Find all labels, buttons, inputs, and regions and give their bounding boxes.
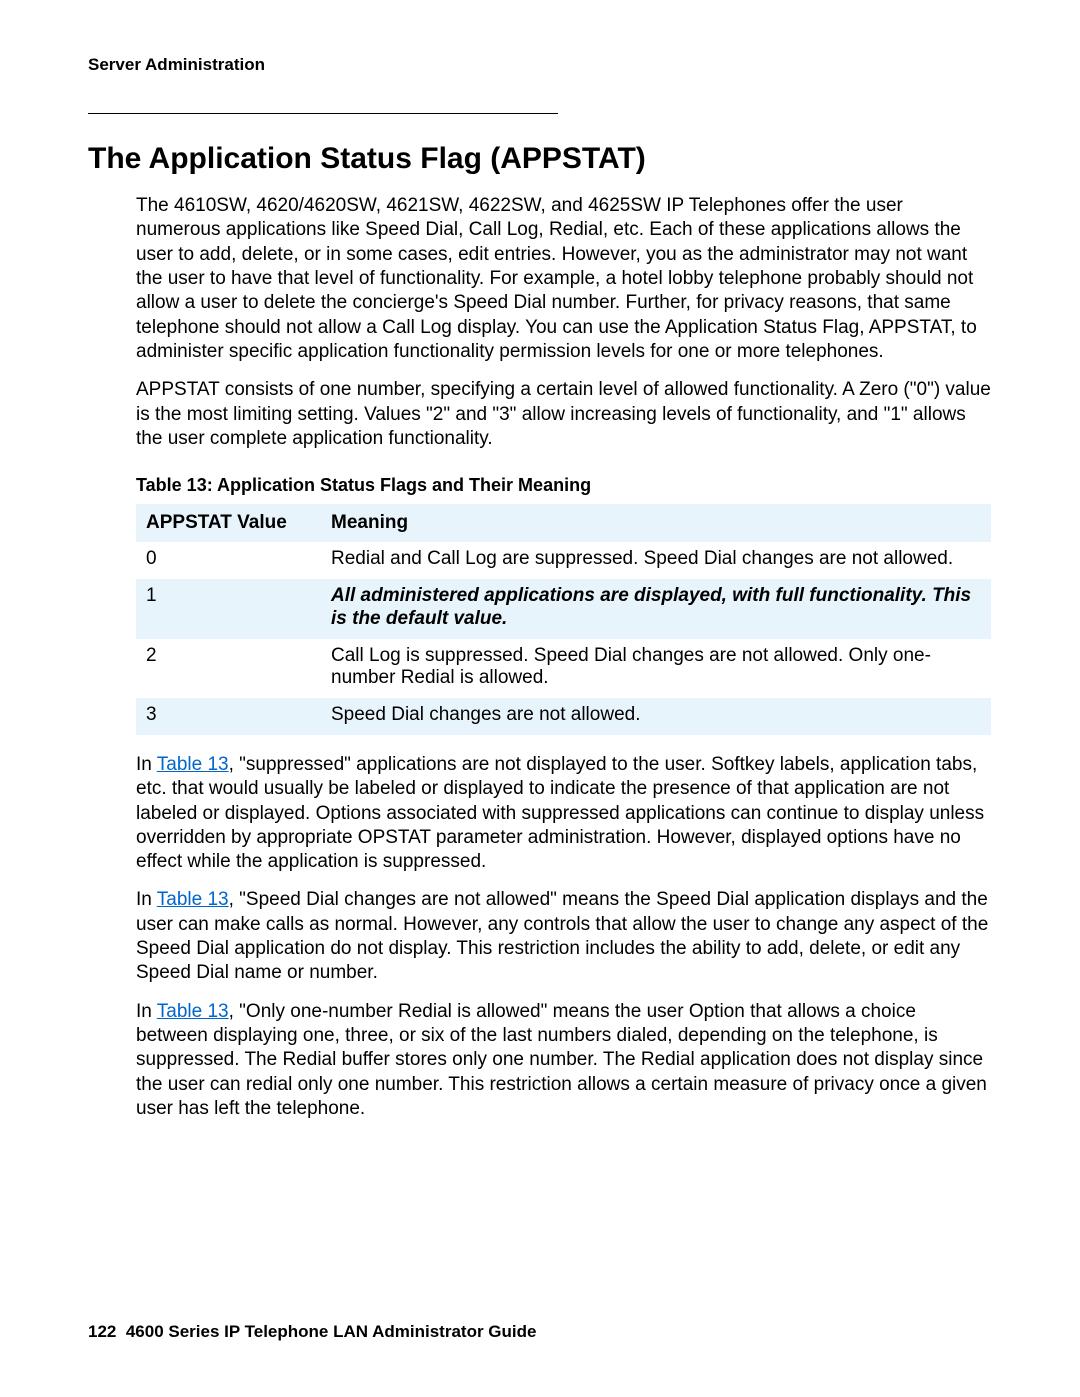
cell-meaning: Speed Dial changes are not allowed. <box>321 698 991 735</box>
cell-meaning: Call Log is suppressed. Speed Dial chang… <box>321 639 991 699</box>
page-number: 122 <box>88 1322 116 1341</box>
after-para-1: In Table 13, "suppressed" applications a… <box>88 753 992 875</box>
text: , "Only one-number Redial is allowed" me… <box>136 1001 987 1119</box>
appstat-table: APPSTAT Value Meaning 0 Redial and Call … <box>136 504 991 735</box>
text: , "Speed Dial changes are not allowed" m… <box>136 889 988 983</box>
cell-value: 1 <box>136 579 321 639</box>
th-appstat-value: APPSTAT Value <box>136 504 321 542</box>
cell-value: 2 <box>136 639 321 699</box>
running-head: Server Administration <box>88 55 992 75</box>
intro-para-1: The 4610SW, 4620/4620SW, 4621SW, 4622SW,… <box>88 194 992 364</box>
page-footer: 122 4600 Series IP Telephone LAN Adminis… <box>88 1322 536 1342</box>
cell-value: 3 <box>136 698 321 735</box>
th-meaning: Meaning <box>321 504 991 542</box>
table-header-row: APPSTAT Value Meaning <box>136 504 991 542</box>
text: In <box>136 1001 157 1022</box>
doc-title: 4600 Series IP Telephone LAN Administrat… <box>126 1322 537 1341</box>
table-body: 0 Redial and Call Log are suppressed. Sp… <box>136 542 991 735</box>
cell-meaning: All administered applications are displa… <box>321 579 991 639</box>
table-row: 3 Speed Dial changes are not allowed. <box>136 698 991 735</box>
after-para-2: In Table 13, "Speed Dial changes are not… <box>88 888 992 985</box>
text: , "suppressed" applications are not disp… <box>136 754 984 872</box>
table-ref-link[interactable]: Table 13 <box>157 889 229 910</box>
table-row: 2 Call Log is suppressed. Speed Dial cha… <box>136 639 991 699</box>
cell-meaning: Redial and Call Log are suppressed. Spee… <box>321 542 991 579</box>
section-title: The Application Status Flag (APPSTAT) <box>88 142 992 176</box>
text: In <box>136 889 157 910</box>
table-row: 1 All administered applications are disp… <box>136 579 991 639</box>
cell-value: 0 <box>136 542 321 579</box>
text: In <box>136 754 157 775</box>
table-caption: Table 13: Application Status Flags and T… <box>88 475 992 496</box>
section-rule <box>88 113 558 114</box>
table-ref-link[interactable]: Table 13 <box>157 1001 229 1022</box>
intro-para-2: APPSTAT consists of one number, specifyi… <box>88 378 992 451</box>
after-para-3: In Table 13, "Only one-number Redial is … <box>88 1000 992 1122</box>
table-ref-link[interactable]: Table 13 <box>157 754 229 775</box>
table-row: 0 Redial and Call Log are suppressed. Sp… <box>136 542 991 579</box>
